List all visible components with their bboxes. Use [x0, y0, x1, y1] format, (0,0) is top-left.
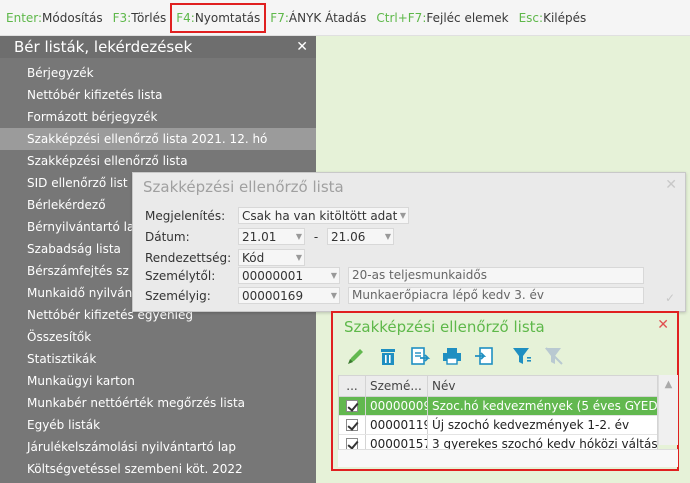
filter-icon[interactable]	[507, 343, 537, 369]
cell-name: Szoc.hó kedvezmények (5 éves GYED	[432, 399, 657, 413]
table-header: ... Szemé... Név	[339, 376, 657, 397]
person-to-label: Személyig:	[145, 288, 211, 303]
panel-title: Szakképzési ellenőrző lista	[344, 318, 545, 336]
display-label: Megjelenítés:	[145, 208, 226, 223]
ordering-value: Kód	[242, 250, 265, 265]
chevron-down-icon: ▼	[330, 291, 337, 300]
person-from-select[interactable]: 00000001 ▼	[238, 267, 340, 284]
menu-item[interactable]: Egyéb listák	[0, 414, 316, 436]
ok-check-icon[interactable]: ✓	[665, 291, 675, 305]
shortcut-key: F4:	[176, 10, 195, 25]
export-icon[interactable]	[405, 343, 435, 369]
person-to-name: Munkaerőpiacra lépő kedv 3. év	[348, 287, 644, 304]
shortcut-key: Ctrl+F7:	[376, 10, 427, 25]
menu-item[interactable]: Járulékelszámolási nyilvántartó lap	[0, 436, 316, 458]
menu-item-selected[interactable]: Szakképzési ellenőrző lista 2021. 12. hó	[0, 128, 316, 150]
menu-title: Bér listák, lekérdezések	[14, 38, 193, 56]
column-header-name[interactable]: Név	[428, 376, 657, 396]
date-separator: -	[313, 229, 319, 244]
shortcut-label: Módosítás	[42, 10, 103, 25]
menu-item[interactable]: Munkaügyi karton	[0, 370, 316, 392]
person-from-label: Személytől:	[145, 268, 216, 283]
shortcut-bar: Enter:Módosítás F3:Törlés F4:Nyomtatás F…	[0, 0, 690, 36]
filter-clear-icon[interactable]	[539, 343, 569, 369]
chevron-down-icon: ▼	[330, 271, 337, 280]
shortcut-label: Törlés	[131, 10, 167, 25]
chevron-down-icon: ▼	[399, 211, 406, 220]
shortcut-label: Fejléc elemek	[426, 10, 509, 25]
shortcut-anyk[interactable]: F7:ÁNYK Átadás	[270, 11, 366, 25]
ordering-select[interactable]: Kód ▼	[238, 249, 305, 266]
shortcut-key: Esc:	[518, 10, 544, 25]
person-to-code: 00000169	[242, 288, 304, 303]
shortcut-key: Enter:	[6, 10, 43, 25]
result-table: ... Szemé... Név 00000009 Szoc.hó kedvez…	[338, 375, 658, 455]
panel-toolbar	[341, 343, 571, 369]
menu-item[interactable]: Költségvetéssel szembeni köt. 2022	[0, 458, 316, 480]
row-date: Dátum: 21.01 ▼ - 21.06 ▼	[145, 228, 394, 245]
date-from-value: 21.01	[242, 229, 277, 244]
date-to-value: 21.06	[331, 229, 366, 244]
panel-close-icon[interactable]: ✕	[657, 317, 669, 333]
shortcut-header-elements[interactable]: Ctrl+F7:Fejléc elemek	[376, 11, 508, 25]
chevron-up-icon[interactable]: ▲	[665, 379, 673, 445]
cell-code: 00000009	[366, 397, 428, 415]
display-value: Csak ha van kitöltött adat	[242, 208, 398, 223]
cell-code: 00000119	[366, 416, 428, 434]
shortcut-exit[interactable]: Esc:Kilépés	[519, 11, 587, 25]
menu-header: Bér listák, lekérdezések ✕	[0, 36, 316, 58]
checkbox-checked-icon[interactable]	[346, 400, 358, 412]
shortcut-label: Nyomtatás	[194, 10, 261, 25]
person-from-code: 00000001	[242, 268, 304, 283]
shortcut-modify[interactable]: Enter:Módosítás	[6, 11, 103, 25]
chevron-down-icon: ▼	[295, 232, 302, 241]
row-checkbox[interactable]	[339, 397, 366, 415]
delete-icon[interactable]	[373, 343, 403, 369]
ordering-label: Rendezettség:	[145, 250, 232, 265]
date-to-select[interactable]: 21.06 ▼	[327, 228, 394, 245]
date-label: Dátum:	[145, 229, 190, 244]
shortcut-key: F7:	[270, 10, 289, 25]
column-header-person[interactable]: Szemé...	[366, 376, 428, 396]
shortcut-print[interactable]: F4:Nyomtatás	[170, 2, 267, 33]
menu-item[interactable]: Nettóbér kifizetés lista	[0, 84, 316, 106]
chevron-down-icon: ▼	[384, 232, 391, 241]
chevron-down-icon: ▼	[295, 253, 302, 262]
person-from-name: 20-as teljesmunkaidős	[348, 267, 644, 284]
column-header-check[interactable]: ...	[339, 376, 366, 396]
shortcut-key: F3:	[112, 10, 132, 25]
menu-item[interactable]: Munkabér nettóérték megőrzés lista	[0, 392, 316, 414]
row-person-to: Személyig: 00000169 ▼ Munkaerőpiacra lépő…	[145, 287, 644, 304]
shortcut-label: ÁNYK Átadás	[288, 10, 367, 25]
menu-item[interactable]: Szakképzési ellenőrző lista	[0, 150, 316, 172]
menu-item[interactable]: Formázott bérjegyzék	[0, 106, 316, 128]
table-row[interactable]: 00000009 Szoc.hó kedvezmények (5 éves GY…	[339, 397, 657, 416]
filter-dialog: Szakképzési ellenőrző lista ✕ Megjelenít…	[132, 172, 686, 312]
edit-icon[interactable]	[341, 343, 371, 369]
row-checkbox[interactable]	[339, 416, 366, 434]
row-person-from: Személytől: 00000001 ▼ 20-as teljesmunkai…	[145, 267, 644, 284]
cell-name: Új szochó kedvezmények 1-2. év	[432, 418, 630, 432]
checkbox-checked-icon[interactable]	[346, 419, 358, 431]
menu-item[interactable]: Összesítők	[0, 326, 316, 348]
print-icon[interactable]	[437, 343, 467, 369]
row-ordering: Rendezettség: Kód ▼	[145, 249, 305, 266]
table-row[interactable]: 00000119 Új szochó kedvezmények 1-2. év	[339, 416, 657, 435]
horizontal-scrollbar[interactable]	[338, 449, 678, 467]
person-to-select[interactable]: 00000169 ▼	[238, 287, 340, 304]
menu-close-icon[interactable]: ✕	[296, 39, 308, 55]
shortcut-delete[interactable]: F3:Törlés	[113, 11, 167, 25]
import-icon[interactable]	[469, 343, 499, 369]
shortcut-label: Kilépés	[543, 10, 587, 25]
result-panel: Szakképzési ellenőrző lista ✕ ... Szemé.…	[331, 311, 679, 471]
app-window: Enter:Módosítás F3:Törlés F4:Nyomtatás F…	[0, 0, 690, 483]
display-select[interactable]: Csak ha van kitöltött adat ▼	[238, 207, 409, 224]
vertical-scrollbar[interactable]: ▲	[658, 375, 678, 445]
row-display: Megjelenítés: Csak ha van kitöltött adat…	[145, 207, 409, 224]
dialog-title: Szakképzési ellenőrző lista	[143, 178, 344, 196]
date-from-select[interactable]: 21.01 ▼	[238, 228, 305, 245]
menu-item[interactable]: Statisztikák	[0, 348, 316, 370]
dialog-close-icon[interactable]: ✕	[665, 177, 677, 193]
menu-item[interactable]: Bérjegyzék	[0, 62, 316, 84]
